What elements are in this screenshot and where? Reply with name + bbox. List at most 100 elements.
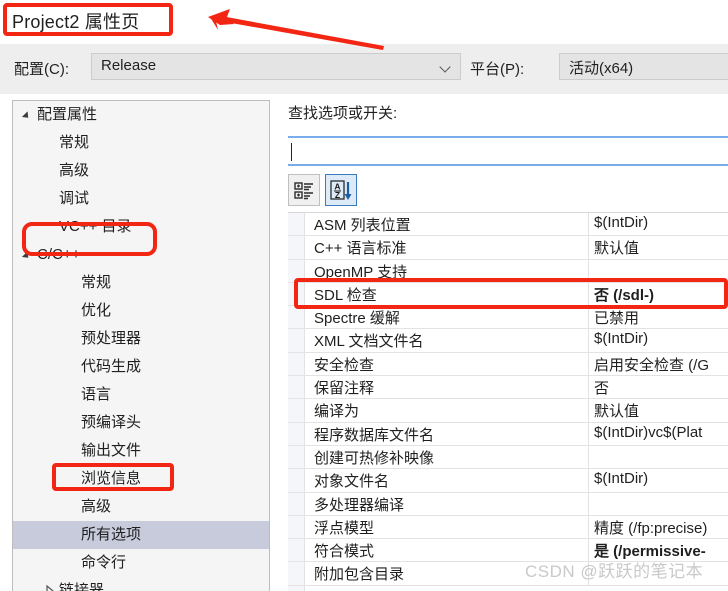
property-row[interactable]: 编译为 默认值 xyxy=(288,399,728,423)
property-name: OpenMP 支持 xyxy=(314,263,408,281)
tree-item-label: 高级 xyxy=(81,498,112,515)
tree-item-0[interactable]: 配置属性 xyxy=(13,101,269,129)
tree-item-label: 预编译头 xyxy=(81,414,142,431)
property-row[interactable]: SDL 检查 否 (/sdl-) xyxy=(288,282,728,307)
expander-closed-icon[interactable] xyxy=(43,577,57,591)
property-row[interactable]: 创建可热修补映像 xyxy=(288,445,728,470)
tree-item-15[interactable]: 所有选项 xyxy=(13,521,269,549)
property-value[interactable]: $(IntDir) xyxy=(594,470,648,487)
tree-item-4[interactable]: VC++ 目录 xyxy=(13,213,269,241)
column-divider xyxy=(588,213,589,236)
column-divider xyxy=(588,399,589,422)
property-name: 编译为 xyxy=(314,403,360,421)
property-row[interactable]: 多处理器编译 xyxy=(288,492,728,516)
find-option-input[interactable] xyxy=(288,136,728,166)
tree-item-6[interactable]: 常规 xyxy=(13,269,269,297)
property-name: 符合模式 xyxy=(314,543,375,561)
property-row[interactable]: ASM 列表位置 $(IntDir) xyxy=(288,213,728,237)
column-divider xyxy=(588,539,589,562)
dialog-titlebar: Project2 属性页 xyxy=(0,0,728,44)
column-divider xyxy=(588,562,589,585)
tree-item-7[interactable]: 优化 xyxy=(13,297,269,325)
tree-item-label: 常规 xyxy=(59,134,90,151)
tree-item-2[interactable]: 高级 xyxy=(13,157,269,185)
property-value[interactable]: 是 (/permissive- xyxy=(594,540,706,561)
property-value[interactable]: $(IntDir) xyxy=(594,214,648,231)
property-row[interactable]: OpenMP 支持 xyxy=(288,259,728,283)
configuration-dropdown[interactable]: Release xyxy=(91,53,461,80)
property-row[interactable]: 附加包含目录 xyxy=(288,562,728,586)
tree-item-label: 常规 xyxy=(81,274,112,291)
property-name: ASM 列表位置 xyxy=(314,217,411,234)
tree-item-17[interactable]: 链接器 xyxy=(13,577,269,591)
property-name: 多处理器编译 xyxy=(314,496,405,514)
categorized-view-button[interactable] xyxy=(288,174,320,206)
tree-item-label: VC++ 目录 xyxy=(59,218,132,235)
tree-item-label: 浏览信息 xyxy=(81,470,142,487)
column-divider xyxy=(588,236,589,259)
dialog-title: Project2 属性页 xyxy=(12,12,140,32)
tree-item-label: 语言 xyxy=(81,386,112,403)
tree-item-label: 调试 xyxy=(59,190,90,207)
property-row[interactable]: 安全检查 启用安全检查 (/G xyxy=(288,352,728,377)
tree-item-5[interactable]: C/C++ xyxy=(13,241,269,269)
tree-item-label: C/C++ xyxy=(37,246,81,263)
svg-text:Z: Z xyxy=(335,190,340,200)
property-value[interactable]: 精度 (/fp:precise) xyxy=(594,517,707,538)
tree-item-13[interactable]: 浏览信息 xyxy=(13,465,269,493)
property-name: 程序数据库文件名 xyxy=(314,426,435,444)
tree-item-label: 所有选项 xyxy=(81,526,142,543)
property-grid[interactable]: ASM 列表位置 $(IntDir) C++ 语言标准 默认值 OpenMP 支持 SDL… xyxy=(288,212,728,591)
property-row[interactable]: 符合模式 是 (/permissive- xyxy=(288,539,728,563)
platform-value: 活动(x64) xyxy=(569,60,634,77)
alphabetical-sort-button[interactable]: A Z xyxy=(325,174,357,206)
tree-item-3[interactable]: 调试 xyxy=(13,185,269,213)
property-name: 保留注释 xyxy=(314,380,375,398)
property-row[interactable]: 程序数据库文件名 $(IntDir)vc$(Plat xyxy=(288,422,728,446)
tree-item-label: 命令行 xyxy=(81,554,127,571)
column-divider xyxy=(588,469,589,492)
configuration-value: Release xyxy=(101,57,157,74)
tree-item-14[interactable]: 高级 xyxy=(13,493,269,521)
platform-dropdown[interactable]: 活动(x64) xyxy=(559,53,728,80)
property-value[interactable]: 默认值 xyxy=(594,237,639,258)
property-value[interactable]: 默认值 xyxy=(594,400,639,421)
tree-item-11[interactable]: 预编译头 xyxy=(13,409,269,437)
platform-label: 平台(P): xyxy=(470,61,525,78)
tree-item-9[interactable]: 代码生成 xyxy=(13,353,269,381)
column-divider xyxy=(588,352,589,376)
configuration-bar: 配置(C): Release 平台(P): 活动(x64) xyxy=(0,44,728,94)
property-row[interactable]: 保留注释 否 xyxy=(288,376,728,400)
column-divider xyxy=(588,306,589,329)
property-row[interactable]: 对象文件名 $(IntDir) xyxy=(288,469,728,493)
property-value[interactable]: $(IntDir)vc$(Plat xyxy=(594,424,702,441)
column-divider xyxy=(588,515,589,539)
property-name: 附加包含目录 xyxy=(314,566,405,584)
property-row[interactable]: Spectre 缓解 已禁用 xyxy=(288,306,728,330)
options-pane: 查找选项或开关: A Z ASM 列表位置 $(IntDir) C++ 语言标准… xyxy=(284,100,728,591)
property-value[interactable]: 否 xyxy=(594,377,609,398)
column-divider xyxy=(588,282,589,306)
find-option-label: 查找选项或开关: xyxy=(288,105,398,122)
tree-item-label: 预处理器 xyxy=(81,330,142,347)
configuration-tree[interactable]: 配置属性 常规 高级 调试 VC++ 目录 C/C++ 常规 优化 预处理器 代码生成 语言 预编译头… xyxy=(12,100,270,591)
property-name: C++ 语言标准 xyxy=(314,240,407,258)
tree-item-10[interactable]: 语言 xyxy=(13,381,269,409)
property-row[interactable]: C++ 语言标准 默认值 xyxy=(288,236,728,260)
property-row[interactable]: 浮点模型 精度 (/fp:precise) xyxy=(288,515,728,540)
tree-item-16[interactable]: 命令行 xyxy=(13,549,269,577)
property-row[interactable]: XML 文档文件名 $(IntDir) xyxy=(288,329,728,353)
property-name: SDL 检查 xyxy=(314,286,377,304)
property-value[interactable]: 启用安全检查 (/G xyxy=(594,354,709,375)
text-caret xyxy=(291,143,292,161)
tree-item-1[interactable]: 常规 xyxy=(13,129,269,157)
tree-item-8[interactable]: 预处理器 xyxy=(13,325,269,353)
property-value[interactable]: 已禁用 xyxy=(594,307,639,328)
property-value[interactable]: $(IntDir) xyxy=(594,330,648,347)
sort-alphabetical-icon: A Z xyxy=(330,180,352,200)
configuration-label: 配置(C): xyxy=(14,61,69,78)
tree-item-12[interactable]: 输出文件 xyxy=(13,437,269,465)
property-name: 对象文件名 xyxy=(314,473,390,491)
column-divider xyxy=(588,422,589,445)
property-value[interactable]: 否 (/sdl-) xyxy=(594,284,654,305)
